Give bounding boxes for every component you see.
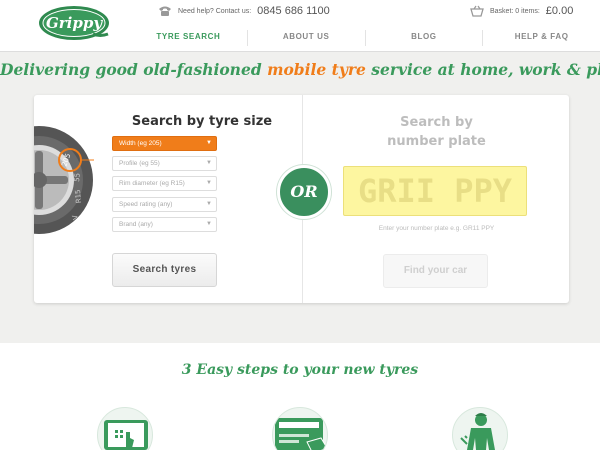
search-panel: 205 55 R15 V Search by tyre size Width (… — [34, 95, 569, 303]
phone-icon — [159, 6, 171, 16]
find-car-button[interactable]: Find your car — [383, 254, 488, 288]
basket-summary[interactable]: Basket: 0 items: £0.00 — [470, 5, 573, 17]
speed-rating-select-text: Speed rating (any) — [119, 200, 173, 208]
plate-title-line2: number plate — [387, 134, 486, 149]
nav-about-us[interactable]: ABOUT US — [248, 30, 366, 46]
tablet-touch-icon — [97, 407, 153, 450]
plate-title-line1: Search by — [400, 115, 473, 130]
chevron-down-icon: ▼ — [206, 160, 212, 167]
number-plate-input[interactable]: GRII PPY — [343, 166, 527, 216]
card-payment-icon — [272, 407, 328, 450]
size-search-title: Search by tyre size — [131, 114, 273, 129]
tyre-icon: 205 55 R15 V — [34, 126, 94, 234]
plate-search-section: Search by number plate GRII PPY Enter yo… — [304, 95, 569, 303]
help-label: Need help? Contact us: — [178, 7, 252, 15]
svg-text:Grippy: Grippy — [46, 14, 103, 32]
chevron-down-icon: ▼ — [206, 220, 212, 227]
basket-icon[interactable] — [470, 5, 484, 17]
profile-select-text: Profile (eg 55) — [119, 160, 160, 168]
size-fields: Width (eg 205) ▼ Profile (eg 55) ▼ Rim d… — [112, 136, 217, 237]
profile-select[interactable]: Profile (eg 55) ▼ — [112, 156, 217, 172]
tyre-label-profile: 55 — [73, 173, 82, 183]
mechanic-icon — [452, 407, 508, 450]
speed-rating-select[interactable]: Speed rating (any) ▼ — [112, 196, 217, 212]
chevron-down-icon: ▼ — [206, 200, 212, 207]
brand-select-text: Brand (any) — [119, 220, 153, 228]
contact-info: Need help? Contact us: 0845 686 1100 — [158, 5, 330, 17]
site-header: Grippy Need help? Contact us: 0845 686 1… — [0, 0, 600, 52]
grippy-logo[interactable]: Grippy — [38, 4, 110, 42]
tagline-highlight: mobile tyre — [267, 60, 366, 79]
phone-number[interactable]: 0845 686 1100 — [257, 5, 330, 17]
main-nav: TYRE SEARCH ABOUT US BLOG HELP & FAQ — [130, 30, 600, 46]
chevron-down-icon: ▼ — [206, 180, 212, 187]
steps-section: 3 Easy steps to your new tyres — [0, 343, 600, 450]
tagline: Delivering good old-fashioned mobile tyr… — [0, 60, 600, 79]
basket-label: Basket: 0 items: — [490, 7, 540, 15]
width-select[interactable]: Width (eg 205) ▼ — [112, 136, 217, 151]
tagline-start: Delivering good old-fashioned — [0, 60, 268, 79]
plate-help-text: Enter your number plate e.g. GR11 PPY — [378, 225, 495, 232]
chevron-down-icon: ▼ — [206, 140, 212, 146]
nav-blog[interactable]: BLOG — [366, 30, 484, 46]
brand-select[interactable]: Brand (any) ▼ — [112, 216, 217, 232]
search-tyres-button[interactable]: Search tyres — [112, 253, 217, 287]
size-search-section: 205 55 R15 V Search by tyre size Width (… — [34, 95, 303, 303]
nav-help-faq[interactable]: HELP & FAQ — [483, 30, 600, 46]
steps-title: 3 Easy steps to your new tyres — [181, 362, 419, 378]
plate-search-title: Search by number plate — [304, 113, 569, 151]
tagline-end: service at home, work & play! — [371, 60, 600, 79]
nav-tyre-search[interactable]: TYRE SEARCH — [130, 30, 248, 46]
basket-amount: £0.00 — [545, 5, 574, 17]
tyre-label-rim: R15 — [74, 189, 83, 203]
rim-diameter-select-text: Rim diameter (eg R15) — [119, 180, 185, 188]
rim-diameter-select[interactable]: Rim diameter (eg R15) ▼ — [112, 176, 217, 192]
width-select-text: Width (eg 205) — [119, 140, 162, 147]
